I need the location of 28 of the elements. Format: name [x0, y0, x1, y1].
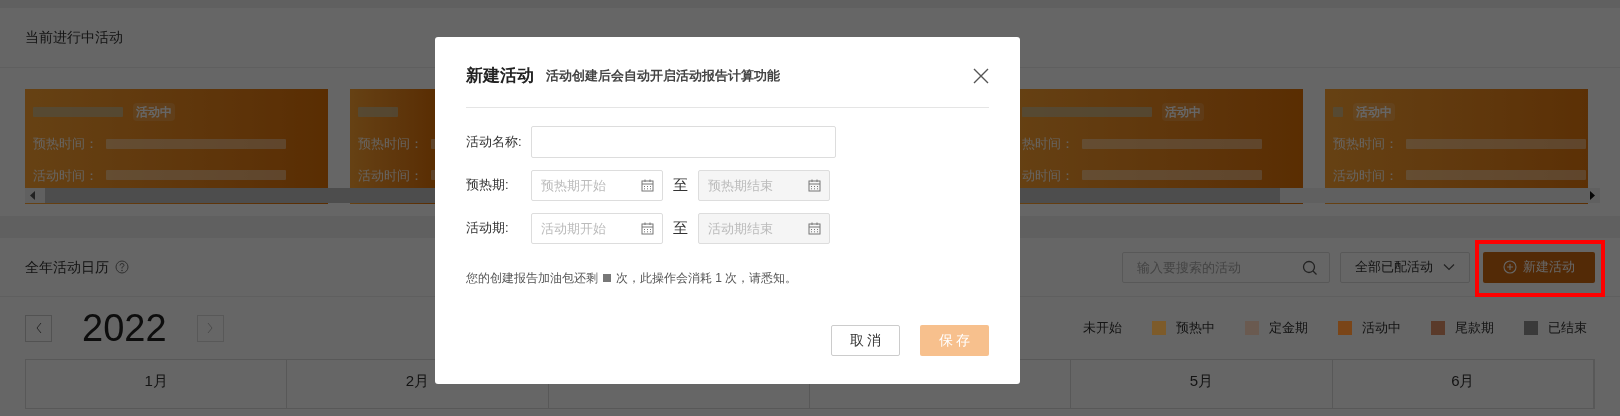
- year-label: 2022: [82, 309, 167, 347]
- legend-label: 预热中: [1176, 319, 1215, 338]
- field-label: 活动时间：: [33, 166, 98, 185]
- field-label: 预热时间：: [33, 135, 98, 153]
- field-label: 活动名称:: [466, 132, 523, 151]
- section-title: 全年活动日历: [25, 257, 109, 277]
- field-label: 活动时间：: [358, 166, 423, 185]
- legend-label: 定金期: [1269, 319, 1308, 338]
- field-label: 预热时间：: [358, 135, 423, 153]
- field-label: 热时间：: [1022, 135, 1074, 153]
- field-label: 预热期:: [466, 176, 510, 195]
- month-header: 1月: [26, 360, 288, 408]
- dialog-subtitle: 活动创建后会自动开启活动报告计算功能: [546, 67, 780, 85]
- legend-label: 已结束: [1548, 319, 1587, 338]
- legend-label: 未开始: [1083, 319, 1122, 338]
- legend-label: 尾款期: [1455, 319, 1494, 338]
- field-label: 活动期:: [466, 219, 510, 238]
- month-header: 6月: [1332, 360, 1594, 408]
- legend-label: 活动中: [1362, 319, 1401, 338]
- field-label: 动时间：: [1022, 166, 1074, 185]
- range-separator: 至: [672, 174, 689, 195]
- field-label: 活动时间：: [1333, 166, 1398, 185]
- quota-note: 您的创建报告加油包还剩: [466, 269, 598, 287]
- field-label: 预热时间：: [1333, 135, 1398, 153]
- range-separator: 至: [672, 217, 689, 238]
- quota-note: 次，此操作会消耗 1 次，请悉知。: [616, 269, 798, 287]
- month-header: 5月: [1071, 360, 1333, 408]
- dialog-title: 新建活动: [466, 65, 534, 87]
